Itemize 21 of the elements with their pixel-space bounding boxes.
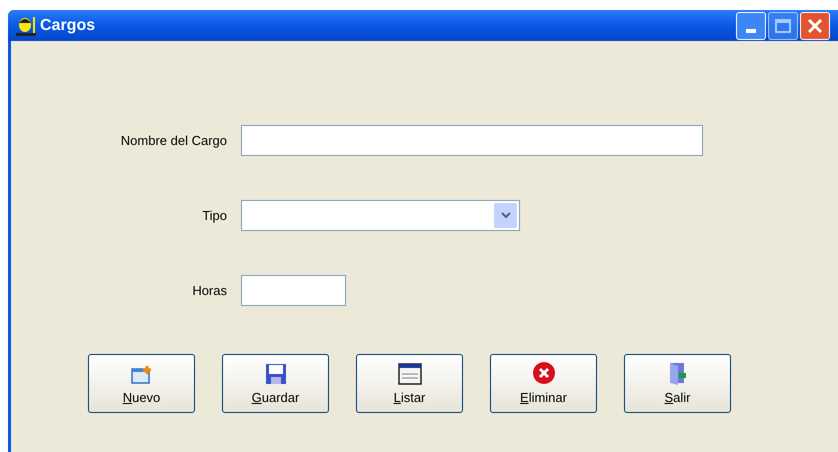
toolbar-button[interactable]: Guardar [222,354,329,413]
close-button[interactable] [800,12,830,40]
text-field[interactable] [241,125,703,156]
text-field[interactable] [241,275,346,306]
field-label: Nombre del Cargo [120,132,228,150]
door-icon [668,360,688,384]
window-title: Cargos [40,16,96,36]
toolbar-button[interactable]: Salir [624,354,731,413]
toolbar-button[interactable]: Nuevo [88,354,195,413]
new-window-icon [130,364,152,384]
list-window-icon [398,362,422,384]
maximize-button[interactable] [768,12,798,40]
field-label: Horas [191,282,228,300]
field-label: Tipo [201,206,228,225]
toolbar-button[interactable]: Eliminar [490,354,597,413]
person-icon [16,16,36,36]
type-dropdown[interactable] [241,200,520,231]
minimize-button[interactable] [736,12,766,40]
delete-icon [532,360,556,384]
close-icon [806,16,824,34]
toolbar-button[interactable]: Listar [356,354,463,413]
